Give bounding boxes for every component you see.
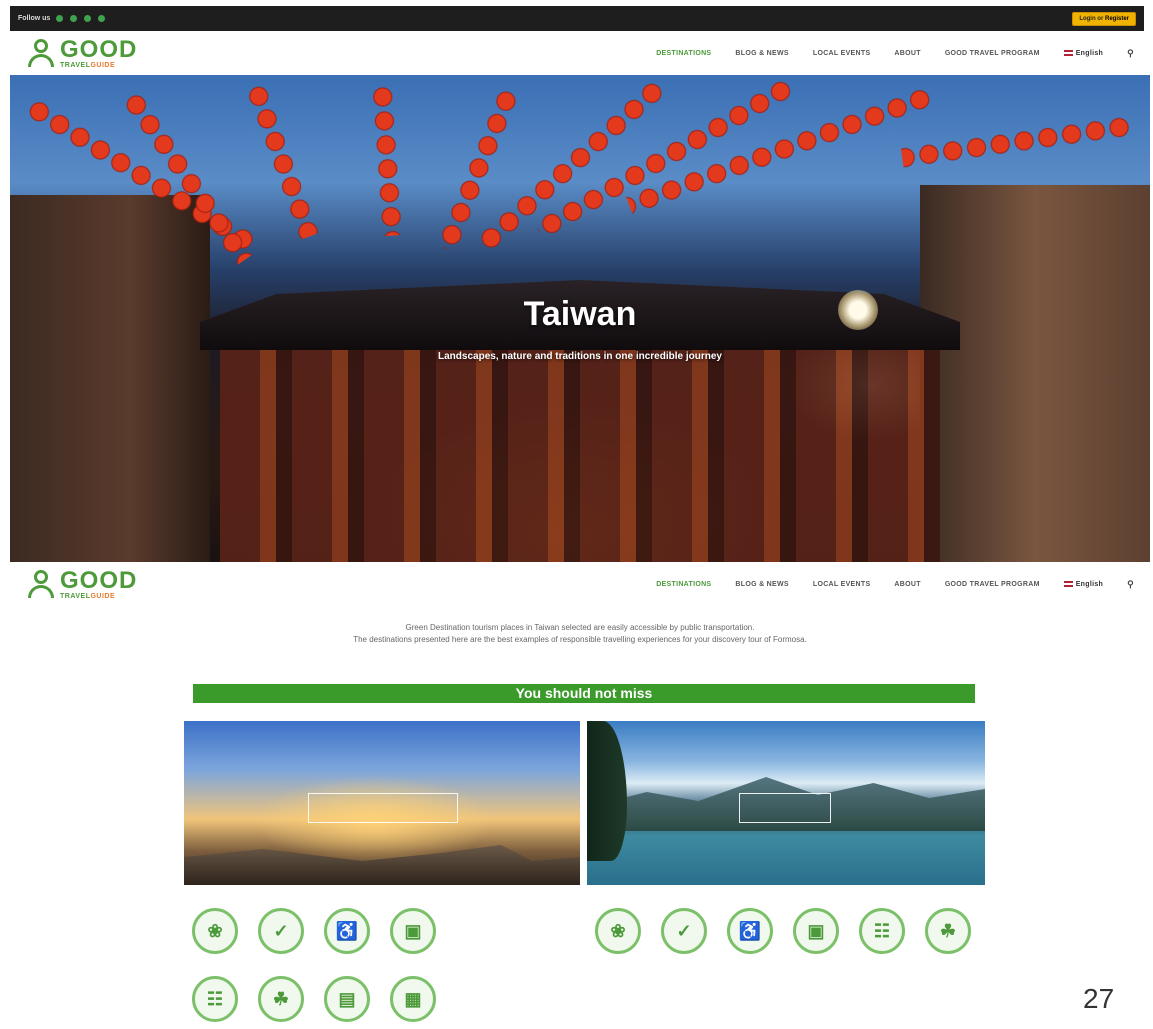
card-tree: [587, 721, 627, 861]
hands-leaf-icon[interactable]: ❀: [595, 908, 641, 954]
follow-us: Follow us: [18, 15, 106, 22]
main-nav: DESTINATIONS BLOG & NEWS LOCAL EVENTS AB…: [656, 48, 1134, 59]
facebook-icon[interactable]: [56, 15, 64, 22]
hero-temple-hall: [220, 350, 940, 562]
nav-blog-news[interactable]: BLOG & NEWS: [735, 50, 788, 57]
bus-icon[interactable]: ▣: [390, 908, 436, 954]
site-logo[interactable]: GOOD TRAVELGUIDE: [26, 37, 137, 69]
flag-icon: [1063, 50, 1073, 56]
bus-icon[interactable]: ▣: [793, 908, 839, 954]
shield-check-icon[interactable]: ✓: [258, 908, 304, 954]
register-label: Register: [1104, 15, 1129, 22]
main-nav: DESTINATIONS BLOG & NEWS LOCAL EVENTS AB…: [656, 579, 1134, 590]
hero-subtitle: Landscapes, nature and traditions in one…: [438, 351, 722, 362]
login-prefix: Login or: [1079, 15, 1104, 22]
follow-label: Follow us: [18, 15, 51, 22]
chart-icon[interactable]: ▤: [324, 976, 370, 1022]
flag-icon: [1063, 581, 1073, 587]
hero-building-left: [10, 195, 210, 562]
login-register-button[interactable]: Login or Register: [1072, 11, 1136, 26]
wheelchair-icon[interactable]: ♿: [727, 908, 773, 954]
intro-line-1: Green Destination tourism places in Taiw…: [405, 623, 755, 632]
destination-card-lake[interactable]: [587, 721, 985, 885]
search-icon[interactable]: ⚲: [1127, 579, 1134, 590]
slide-page-number: 27: [1083, 983, 1115, 1014]
map-icon[interactable]: ▦: [390, 976, 436, 1022]
search-icon[interactable]: ⚲: [1127, 48, 1134, 59]
destination-card-sunset[interactable]: [184, 721, 580, 885]
sticky-header: GOOD TRAVELGUIDE DESTINATIONS BLOG & NEW…: [10, 562, 1144, 606]
site-logo[interactable]: GOOD TRAVELGUIDE: [26, 568, 137, 600]
linkedin-icon[interactable]: [84, 15, 92, 22]
hero-building-right: [920, 185, 1150, 562]
lantern-garland: [244, 82, 321, 241]
nav-blog-news[interactable]: BLOG & NEWS: [735, 581, 788, 588]
nav-about[interactable]: ABOUT: [894, 581, 920, 588]
feature-icons-left: ❀ ✓ ♿ ▣: [192, 908, 436, 954]
island-icon[interactable]: ☘: [258, 976, 304, 1022]
youtube-icon[interactable]: [98, 15, 106, 22]
logo-brand: GOOD: [60, 35, 138, 63]
intro-line-2: The destinations presented here are the …: [353, 635, 807, 644]
nav-good-travel-program[interactable]: GOOD TRAVEL PROGRAM: [945, 50, 1040, 57]
main-header: GOOD TRAVELGUIDE DESTINATIONS BLOG & NEW…: [10, 31, 1144, 75]
card-cta-button[interactable]: [308, 793, 458, 823]
section-banner: You should not miss: [193, 684, 975, 703]
feature-icons-right: ❀ ✓ ♿ ▣ ☷ ☘: [595, 908, 971, 954]
lantern-garland: [371, 85, 404, 237]
logo-brand: GOOD: [60, 566, 138, 594]
nav-destinations[interactable]: DESTINATIONS: [656, 581, 711, 588]
nav-good-travel-program[interactable]: GOOD TRAVEL PROGRAM: [945, 581, 1040, 588]
wheelchair-icon[interactable]: ♿: [324, 908, 370, 954]
nav-local-events[interactable]: LOCAL EVENTS: [813, 50, 871, 57]
museum-icon[interactable]: ☷: [192, 976, 238, 1022]
feature-icons-left-row2: ☷ ☘ ▤ ▦: [192, 976, 436, 1022]
top-bar: Follow us Login or Register: [10, 6, 1144, 31]
nav-destinations[interactable]: DESTINATIONS: [656, 50, 711, 57]
hands-leaf-icon[interactable]: ❀: [192, 908, 238, 954]
lantern-garland: [900, 115, 1132, 169]
intro-text: Green Destination tourism places in Taiw…: [180, 622, 980, 646]
logo-subtitle: TRAVELGUIDE: [60, 61, 116, 69]
logo-subtitle: TRAVELGUIDE: [60, 592, 116, 600]
language-selector[interactable]: English: [1063, 581, 1103, 588]
instagram-icon[interactable]: [70, 15, 78, 22]
hero-title: Taiwan: [523, 295, 637, 333]
hero-banner: Taiwan Landscapes, nature and traditions…: [10, 75, 1150, 562]
card-rocks: [184, 845, 580, 885]
cactus-icon[interactable]: ☘: [925, 908, 971, 954]
card-cta-button[interactable]: [739, 793, 831, 823]
person-logo-icon: [26, 568, 56, 600]
museum-icon[interactable]: ☷: [859, 908, 905, 954]
language-selector[interactable]: English: [1063, 50, 1103, 57]
nav-local-events[interactable]: LOCAL EVENTS: [813, 581, 871, 588]
nav-about[interactable]: ABOUT: [894, 50, 920, 57]
shield-check-icon[interactable]: ✓: [661, 908, 707, 954]
person-logo-icon: [26, 37, 56, 69]
